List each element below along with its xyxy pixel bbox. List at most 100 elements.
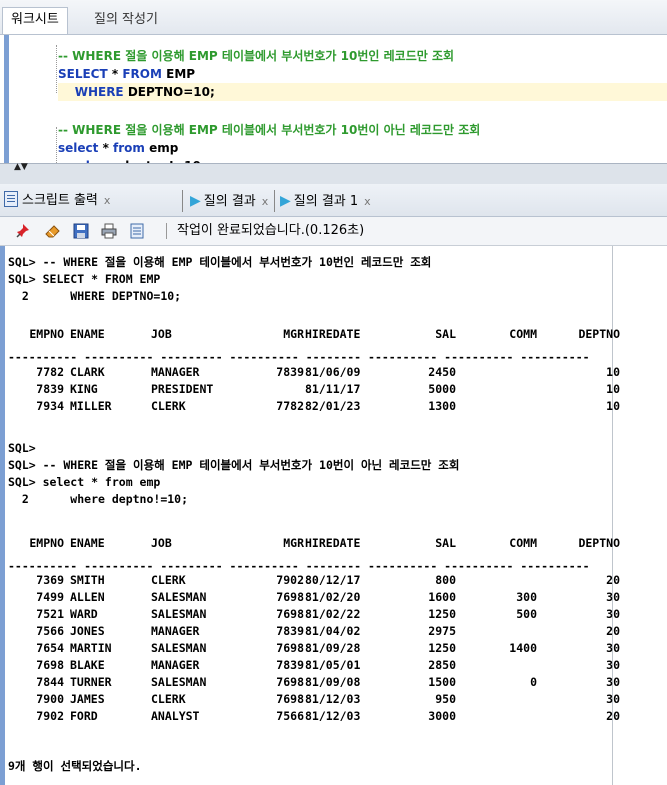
worksheet-tab-strip: 워크시트 질의 작성기 (0, 0, 667, 35)
table-cell: 7698 (36, 658, 64, 672)
script-output-panel[interactable]: SQL> -- WHERE 절을 이용해 EMP 테이블에서 부서번호가 10번… (0, 246, 667, 785)
table-cell: 81/06/09 (305, 365, 361, 379)
table-cell: KING (70, 382, 98, 396)
output-line: SQL> SELECT * FROM EMP (8, 272, 161, 286)
output-line: 2 WHERE DEPTNO=10; (8, 289, 182, 303)
table-cell: 5000 (428, 382, 456, 396)
table-cell: MANAGER (151, 624, 200, 638)
table-cell: 81/02/22 (305, 607, 361, 621)
table-cell: SALESMAN (151, 675, 207, 689)
close-icon[interactable]: x (262, 195, 269, 208)
table-cell: 7844 (36, 675, 64, 689)
table-cell: 7698 (276, 675, 304, 689)
table-cell: 30 (606, 590, 620, 604)
panel-splitter[interactable]: ▲▼ (0, 162, 667, 185)
table-cell: 7521 (36, 607, 64, 621)
tab-label: 질의 결과 1 (293, 194, 359, 209)
table-cell: SALESMAN (151, 607, 207, 621)
table-cell: 80/12/17 (305, 573, 361, 587)
table-cell: 1250 (428, 607, 456, 621)
editor-line[interactable]: -- WHERE 절을 이용해 EMP 테이블에서 부서번호가 10번이 아닌 … (58, 121, 480, 139)
output-line: SQL> -- WHERE 절을 이용해 EMP 테이블에서 부서번호가 10번… (8, 255, 432, 269)
table-cell: 7698 (276, 692, 304, 706)
save-icon[interactable] (72, 222, 90, 240)
rows-selected-message: 9개 행이 선택되었습니다. (8, 759, 142, 773)
column-header: JOB (151, 327, 172, 341)
table-cell: 30 (606, 641, 620, 655)
table-cell: CLARK (70, 365, 105, 379)
table-cell: 7698 (276, 590, 304, 604)
close-icon[interactable]: x (364, 195, 371, 208)
table-cell: 1400 (509, 641, 537, 655)
column-header: MGR (283, 536, 304, 550)
table-cell: MANAGER (151, 365, 200, 379)
table-cell: 7654 (36, 641, 64, 655)
table-cell: 7566 (276, 709, 304, 723)
document-icon[interactable] (128, 222, 146, 240)
output-left-bar (0, 246, 5, 785)
table-cell: 20 (606, 709, 620, 723)
tab-label: 스크립트 출력 (22, 193, 98, 208)
table-cell: 7839 (36, 382, 64, 396)
column-header: ENAME (70, 327, 105, 341)
table-cell: 30 (606, 692, 620, 706)
pin-icon[interactable] (14, 222, 32, 240)
table-cell: 1600 (428, 590, 456, 604)
tab-script-output[interactable]: 스크립트 출력 x (4, 190, 110, 212)
table-cell: MARTIN (70, 641, 112, 655)
print-icon[interactable] (100, 222, 118, 240)
table-cell: 300 (516, 590, 537, 604)
column-header: COMM (509, 536, 537, 550)
table-cell: 10 (606, 365, 620, 379)
column-header: SAL (435, 327, 456, 341)
table-cell: 30 (606, 658, 620, 672)
column-header: EMPNO (29, 327, 64, 341)
eraser-icon[interactable] (44, 222, 62, 240)
column-header: JOB (151, 536, 172, 550)
table-cell: CLERK (151, 399, 186, 413)
table-cell: WARD (70, 607, 98, 621)
table-cell: 81/09/08 (305, 675, 361, 689)
table-cell: 20 (606, 624, 620, 638)
editor-line[interactable]: WHERE DEPTNO=10; (58, 83, 667, 101)
table-cell: SALESMAN (151, 641, 207, 655)
tab-query-builder[interactable]: 질의 작성기 (86, 8, 166, 34)
toolbar-divider (166, 223, 167, 239)
table-cell: ALLEN (70, 590, 105, 604)
status-message: 작업이 완료되었습니다.(0.126초) (177, 223, 365, 238)
table-cell: 7698 (276, 641, 304, 655)
column-header: ENAME (70, 536, 105, 550)
editor-line[interactable]: select * from emp (58, 139, 178, 157)
table-cell: 81/02/20 (305, 590, 361, 604)
table-cell: 81/12/03 (305, 709, 361, 723)
split-arrows-icon[interactable]: ▲▼ (14, 162, 28, 172)
table-cell: 7499 (36, 590, 64, 604)
table-cell: 0 (530, 675, 537, 689)
table-cell: 7839 (276, 658, 304, 672)
close-icon[interactable]: x (104, 194, 111, 207)
tab-divider (274, 190, 275, 212)
output-line: SQL> (8, 441, 36, 455)
table-cell: 30 (606, 607, 620, 621)
table-cell: 2975 (428, 624, 456, 638)
output-line: SQL> -- WHERE 절을 이용해 EMP 테이블에서 부서번호가 10번… (8, 458, 460, 472)
column-header: EMPNO (29, 536, 64, 550)
table-cell: PRESIDENT (151, 382, 214, 396)
column-header: COMM (509, 327, 537, 341)
tab-query-result-1[interactable]: ▶ 질의 결과 1 x (280, 190, 371, 212)
table-cell: 500 (516, 607, 537, 621)
tab-worksheet[interactable]: 워크시트 (2, 7, 68, 34)
table-cell: 82/01/23 (305, 399, 361, 413)
tab-query-result[interactable]: ▶ 질의 결과 x (190, 190, 268, 212)
table-cell: 7934 (36, 399, 64, 413)
table-cell: SALESMAN (151, 590, 207, 604)
table-cell: TURNER (70, 675, 112, 689)
table-cell: JAMES (70, 692, 105, 706)
editor-line[interactable]: SELECT * FROM EMP (58, 65, 195, 83)
editor-line[interactable]: -- WHERE 절을 이용해 EMP 테이블에서 부서번호가 10번인 레코드… (58, 47, 454, 65)
gutter-bar (4, 35, 9, 163)
table-cell: MILLER (70, 399, 112, 413)
table-cell: 950 (435, 692, 456, 706)
column-header: SAL (435, 536, 456, 550)
sql-editor[interactable]: -- WHERE 절을 이용해 EMP 테이블에서 부서번호가 10번인 레코드… (0, 35, 667, 163)
